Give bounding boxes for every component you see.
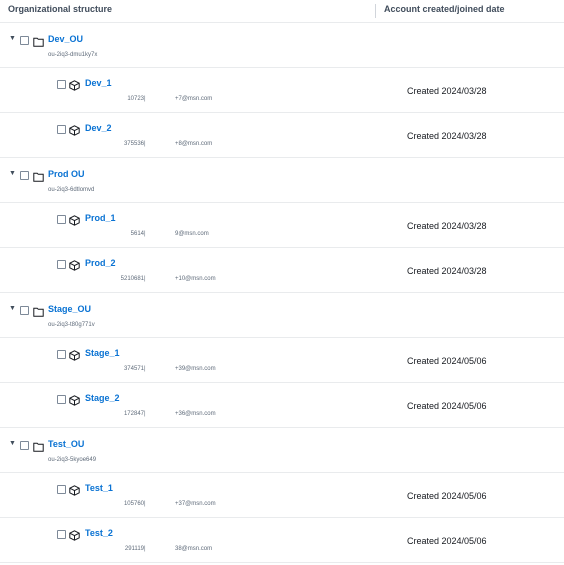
- created-date: Created 2024/05/06: [407, 356, 487, 366]
- ou-id: ou-2iq3-t80g771v: [48, 322, 95, 328]
- ou-checkbox[interactable]: [20, 306, 29, 315]
- created-date: Created 2024/05/06: [407, 401, 487, 411]
- account-checkbox[interactable]: [57, 260, 66, 269]
- org-structure-table: Organizational structure Account created…: [0, 0, 564, 563]
- account-id: 172847: [123, 411, 144, 417]
- ou-row: ▼ Prod OU ou-2iq3-6dtlomvd: [0, 158, 564, 203]
- cube-icon: [69, 348, 80, 361]
- id-separator: |: [144, 141, 146, 147]
- ou-row: ▼ Dev_OU ou-2iq3-dmu1ky7x: [0, 23, 564, 68]
- account-id: 375536: [123, 141, 144, 147]
- account-name-link[interactable]: Test_1: [85, 483, 113, 493]
- ou-id: ou-2iq3-6dtlomvd: [48, 187, 95, 193]
- cube-icon: [69, 258, 80, 271]
- ou-name-link[interactable]: Test_OU: [48, 439, 84, 449]
- account-checkbox[interactable]: [57, 80, 66, 89]
- account-row: Stage_2 172847 | +36@msn.com Created 2024/05…: [0, 383, 564, 428]
- caret-down-icon[interactable]: ▼: [9, 305, 16, 312]
- created-date: Created 2024/03/28: [407, 266, 487, 276]
- account-name-link[interactable]: Dev_1: [85, 78, 112, 88]
- folder-icon: [33, 439, 44, 452]
- caret-down-icon[interactable]: ▼: [9, 440, 16, 447]
- account-checkbox[interactable]: [57, 215, 66, 224]
- account-row: Dev_2 375536 | +8@msn.com Created 2024/03/28: [0, 113, 564, 158]
- ou-row: ▼ Stage_OU ou-2iq3-t80g771v: [0, 293, 564, 338]
- account-checkbox[interactable]: [57, 530, 66, 539]
- account-row: Prod_1 5614 | 9@msn.com Created 2024/03/28: [0, 203, 564, 248]
- account-row: Prod_2 5210681 | +10@msn.com Created 2024/03…: [0, 248, 564, 293]
- account-checkbox[interactable]: [57, 125, 66, 134]
- created-date: Created 2024/03/28: [407, 86, 487, 96]
- cube-icon: [69, 78, 80, 91]
- account-id: 10723: [127, 96, 144, 102]
- id-separator: |: [144, 411, 146, 417]
- account-email: +7@msn.com: [175, 96, 213, 102]
- account-email: 38@msn.com: [175, 546, 213, 552]
- account-email: +10@msn.com: [175, 276, 216, 282]
- cube-icon: [69, 483, 80, 496]
- created-date: Created 2024/03/28: [407, 221, 487, 231]
- account-email: 9@msn.com: [175, 231, 209, 237]
- ou-id: ou-2iq3-dmu1ky7x: [48, 52, 98, 58]
- ou-name-link[interactable]: Dev_OU: [48, 34, 83, 44]
- account-row: Test_2 291119 | 38@msn.com Created 2024/05/0…: [0, 518, 564, 563]
- account-checkbox[interactable]: [57, 485, 66, 494]
- ou-checkbox[interactable]: [20, 171, 29, 180]
- folder-icon: [33, 304, 44, 317]
- folder-icon: [33, 169, 44, 182]
- id-separator: |: [144, 276, 146, 282]
- cube-icon: [69, 213, 80, 226]
- account-row: Test_1 105760 | +37@msn.com Created 2024/05/…: [0, 473, 564, 518]
- folder-icon: [33, 34, 44, 47]
- column-header-created[interactable]: Account created/joined date: [376, 0, 564, 22]
- account-id: 291119: [124, 546, 144, 552]
- ou-name-link[interactable]: Stage_OU: [48, 304, 91, 314]
- account-id: 5614: [130, 231, 144, 237]
- account-email: +8@msn.com: [175, 141, 213, 147]
- account-row: Stage_1 374571 | +39@msn.com Created 2024/05…: [0, 338, 564, 383]
- ou-checkbox[interactable]: [20, 36, 29, 45]
- id-separator: |: [144, 501, 146, 507]
- table-header: Organizational structure Account created…: [0, 0, 564, 23]
- cube-icon: [69, 123, 80, 136]
- id-separator: |: [144, 546, 146, 552]
- id-separator: |: [144, 366, 146, 372]
- created-date: Created 2024/05/06: [407, 536, 487, 546]
- cube-icon: [69, 528, 80, 541]
- account-name-link[interactable]: Stage_1: [85, 348, 120, 358]
- created-date: Created 2024/05/06: [407, 491, 487, 501]
- created-date: Created 2024/03/28: [407, 131, 487, 141]
- ou-name-link[interactable]: Prod OU: [48, 169, 85, 179]
- account-row: Dev_1 10723 | +7@msn.com Created 2024/03/28: [0, 68, 564, 113]
- account-email: +39@msn.com: [175, 366, 216, 372]
- account-name-link[interactable]: Prod_1: [85, 213, 116, 223]
- account-checkbox[interactable]: [57, 395, 66, 404]
- account-id: 5210681: [120, 276, 144, 282]
- account-name-link[interactable]: Stage_2: [85, 393, 120, 403]
- cube-icon: [69, 393, 80, 406]
- ou-row: ▼ Test_OU ou-2iq3-5kyoe649: [0, 428, 564, 473]
- caret-down-icon[interactable]: ▼: [9, 35, 16, 42]
- caret-down-icon[interactable]: ▼: [9, 170, 16, 177]
- account-name-link[interactable]: Test_2: [85, 528, 113, 538]
- ou-id: ou-2iq3-5kyoe649: [48, 457, 97, 463]
- account-name-link[interactable]: Dev_2: [85, 123, 112, 133]
- account-id: 374571: [123, 366, 144, 372]
- ou-checkbox[interactable]: [20, 441, 29, 450]
- table-body: ▼ Dev_OU ou-2iq3-dmu1ky7x Dev_1 10723 | +7@msn…: [0, 23, 564, 563]
- account-name-link[interactable]: Prod_2: [85, 258, 116, 268]
- account-checkbox[interactable]: [57, 350, 66, 359]
- id-separator: |: [144, 231, 146, 237]
- account-email: +36@msn.com: [175, 411, 216, 417]
- id-separator: |: [144, 96, 146, 102]
- column-header-structure[interactable]: Organizational structure: [0, 0, 375, 22]
- account-email: +37@msn.com: [175, 501, 216, 507]
- account-id: 105760: [123, 501, 144, 507]
